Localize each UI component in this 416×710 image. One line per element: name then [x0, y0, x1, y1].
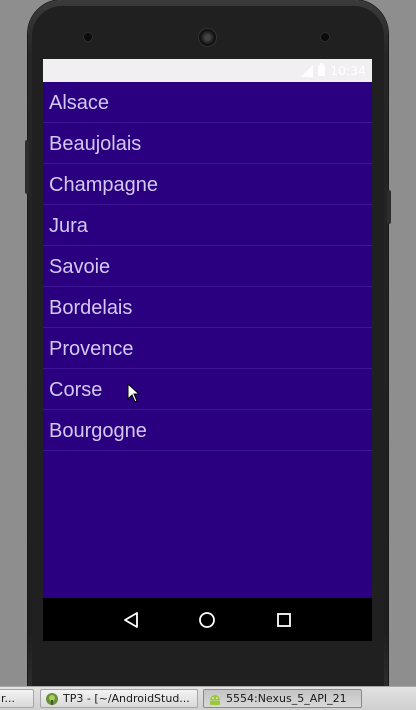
- list-item[interactable]: Beaujolais: [43, 123, 372, 164]
- back-icon: [124, 611, 139, 628]
- volume-button[interactable]: [25, 140, 29, 194]
- android-emulator-icon: [210, 694, 220, 705]
- list-item[interactable]: Provence: [43, 328, 372, 369]
- recents-icon: [276, 612, 291, 627]
- status-clock: 10:34: [330, 63, 366, 78]
- list-item[interactable]: Champagne: [43, 164, 372, 205]
- back-button[interactable]: [119, 608, 143, 632]
- list-item[interactable]: Corse: [43, 369, 372, 410]
- front-camera: [84, 33, 92, 41]
- desktop: 10:34 Alsace Beaujolais Champagne Jura S…: [0, 0, 416, 710]
- taskbar-item-label: 5554:Nexus_5_API_21: [226, 692, 347, 705]
- taskbar-item-label: TP3 - [~/AndroidStud...: [63, 692, 190, 705]
- list-item[interactable]: Bourgogne: [43, 410, 372, 451]
- list-item[interactable]: Alsace: [43, 82, 372, 123]
- recents-button[interactable]: [272, 608, 296, 632]
- taskbar: r... TP3 - [~/AndroidStud... 5554:Nexus_…: [0, 686, 416, 710]
- mouse-cursor-icon: [127, 383, 141, 403]
- signal-icon: [301, 64, 314, 77]
- taskbar-item-android-studio[interactable]: TP3 - [~/AndroidStud...: [40, 689, 198, 708]
- list-item[interactable]: Bordelais: [43, 287, 372, 328]
- earpiece-speaker: [199, 29, 216, 46]
- taskbar-item-emulator[interactable]: 5554:Nexus_5_API_21: [203, 689, 362, 708]
- android-studio-icon: [46, 692, 58, 705]
- region-list[interactable]: Alsace Beaujolais Champagne Jura Savoie …: [43, 82, 372, 451]
- list-item[interactable]: Savoie: [43, 246, 372, 287]
- taskbar-item-label: r...: [1, 692, 16, 705]
- status-bar: 10:34: [43, 59, 372, 82]
- proximity-sensor: [321, 33, 329, 41]
- taskbar-item-app[interactable]: r...: [0, 689, 34, 708]
- device-screen: 10:34 Alsace Beaujolais Champagne Jura S…: [43, 59, 372, 641]
- list-item[interactable]: Jura: [43, 205, 372, 246]
- home-button[interactable]: [195, 608, 219, 632]
- battery-icon: [318, 63, 326, 76]
- power-button[interactable]: [387, 190, 391, 224]
- home-icon: [199, 611, 216, 628]
- navigation-bar: [43, 598, 372, 641]
